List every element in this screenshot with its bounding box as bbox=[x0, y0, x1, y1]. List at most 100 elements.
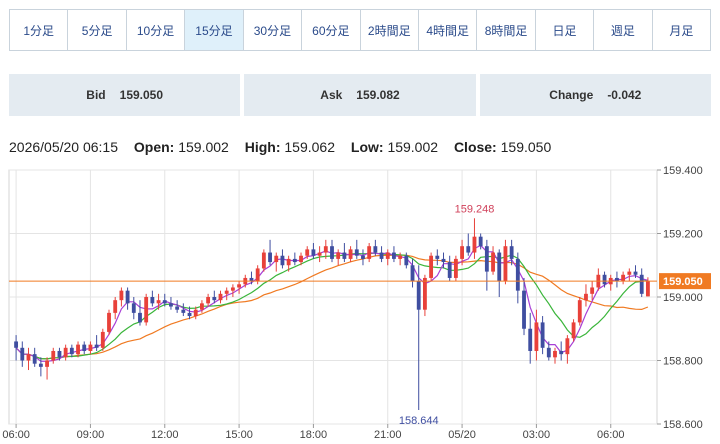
candle-body bbox=[125, 290, 130, 304]
tab-5min[interactable]: 5分足 bbox=[68, 10, 127, 50]
change-value: -0.042 bbox=[607, 88, 642, 102]
open-label: Open: bbox=[133, 139, 175, 155]
y-tick-label: 159.200 bbox=[663, 229, 703, 241]
candle-body bbox=[187, 312, 192, 317]
candle-body bbox=[429, 255, 434, 278]
candle-body bbox=[354, 249, 359, 256]
candle-body bbox=[317, 252, 322, 256]
candle-body bbox=[268, 252, 272, 263]
bid-label: Bid bbox=[86, 88, 106, 102]
candle-body bbox=[503, 246, 508, 282]
candle-body bbox=[553, 350, 557, 358]
tab-60min[interactable]: 60分足 bbox=[302, 10, 361, 50]
candle-body bbox=[645, 281, 650, 297]
candle-body bbox=[311, 249, 316, 256]
candle-body bbox=[82, 344, 87, 351]
candle-body bbox=[69, 347, 74, 355]
high-value: 159.062 bbox=[284, 139, 335, 155]
candle-body bbox=[559, 350, 564, 355]
candle-body bbox=[45, 360, 49, 367]
candle-body bbox=[367, 246, 372, 259]
candle-body bbox=[131, 303, 136, 313]
candle-body bbox=[193, 309, 198, 317]
candle-body bbox=[453, 258, 458, 278]
candle-body bbox=[447, 262, 452, 278]
high-label: High: bbox=[244, 139, 281, 155]
candle-body bbox=[528, 328, 533, 351]
candle-body bbox=[491, 252, 495, 272]
candle-body bbox=[466, 246, 471, 253]
candle-body bbox=[627, 271, 632, 275]
tab-2hour[interactable]: 2時間足 bbox=[361, 10, 419, 50]
candle-body bbox=[484, 246, 489, 272]
bid-value: 159.050 bbox=[119, 88, 164, 102]
tab-4hour[interactable]: 4時間足 bbox=[419, 10, 478, 50]
candle-body bbox=[261, 252, 266, 269]
y-tick-label: 159.400 bbox=[663, 165, 703, 177]
tab-15min[interactable]: 15分足 bbox=[185, 10, 244, 50]
price-chart[interactable]: 159.400 159.200 159.000 158.800 158.600 06:00… bbox=[0, 160, 720, 444]
tab-daily[interactable]: 日足 bbox=[536, 10, 595, 50]
close-label: Close: bbox=[453, 139, 497, 155]
candle-body bbox=[292, 258, 297, 263]
tab-30min[interactable]: 30分足 bbox=[244, 10, 303, 50]
y-tick-label: 158.600 bbox=[663, 419, 703, 431]
candle-body bbox=[410, 265, 415, 282]
x-tick-label: 09:00 bbox=[77, 429, 105, 441]
open-value: 159.002 bbox=[178, 139, 229, 155]
candle-body bbox=[26, 354, 31, 361]
ask-box: Ask 159.082 bbox=[244, 74, 476, 116]
tab-monthly[interactable]: 月足 bbox=[653, 10, 710, 50]
candle-body bbox=[497, 252, 502, 282]
candle-body bbox=[639, 274, 644, 294]
candle-body bbox=[286, 258, 291, 266]
candle-body bbox=[584, 293, 588, 301]
candle-body bbox=[175, 306, 180, 310]
candle-body bbox=[107, 312, 111, 332]
candle-body bbox=[323, 246, 328, 253]
candle-body bbox=[76, 344, 80, 355]
candle-body bbox=[534, 322, 539, 351]
x-tick-label: 03:00 bbox=[523, 429, 551, 441]
candle-body bbox=[435, 255, 440, 259]
candle-body bbox=[237, 284, 242, 288]
candle-body bbox=[336, 252, 341, 259]
tab-weekly[interactable]: 週足 bbox=[594, 10, 653, 50]
candle-body bbox=[441, 258, 446, 263]
candle-body bbox=[156, 300, 161, 304]
candle-body bbox=[460, 246, 464, 259]
candle-body bbox=[577, 300, 582, 323]
candle-body bbox=[392, 252, 396, 259]
candle-body bbox=[522, 290, 526, 329]
candle-body bbox=[150, 297, 155, 304]
candle-body bbox=[169, 303, 173, 307]
candle-body bbox=[565, 338, 570, 355]
candle-body bbox=[373, 246, 378, 253]
current-price-label: 159.050 bbox=[663, 276, 703, 288]
candle-body bbox=[181, 309, 186, 313]
candle-body bbox=[119, 290, 124, 301]
candle-body bbox=[342, 252, 347, 259]
candle-body bbox=[94, 344, 99, 348]
candle-body bbox=[51, 350, 56, 361]
tab-8hour[interactable]: 8時間足 bbox=[477, 10, 536, 50]
ohlc-readout: 2026/05/20 06:15 Open: 159.002 High: 159… bbox=[9, 139, 551, 155]
tab-10min[interactable]: 10分足 bbox=[127, 10, 186, 50]
candle-body bbox=[230, 287, 235, 291]
candle-body bbox=[218, 293, 223, 301]
candle-body bbox=[361, 255, 365, 259]
candle-body bbox=[144, 297, 149, 323]
candle-body bbox=[38, 363, 43, 367]
candle-body bbox=[509, 246, 514, 259]
candle-body bbox=[422, 277, 427, 310]
candle-body bbox=[515, 258, 520, 291]
y-tick-label: 159.000 bbox=[663, 292, 703, 304]
candle-body bbox=[100, 331, 105, 348]
candle-body bbox=[162, 300, 167, 304]
candle-body bbox=[63, 347, 68, 358]
candle-body bbox=[32, 354, 37, 364]
tab-1min[interactable]: 1分足 bbox=[10, 10, 69, 50]
candle-body bbox=[416, 281, 421, 310]
change-label: Change bbox=[549, 88, 594, 102]
close-value: 159.050 bbox=[500, 139, 552, 155]
